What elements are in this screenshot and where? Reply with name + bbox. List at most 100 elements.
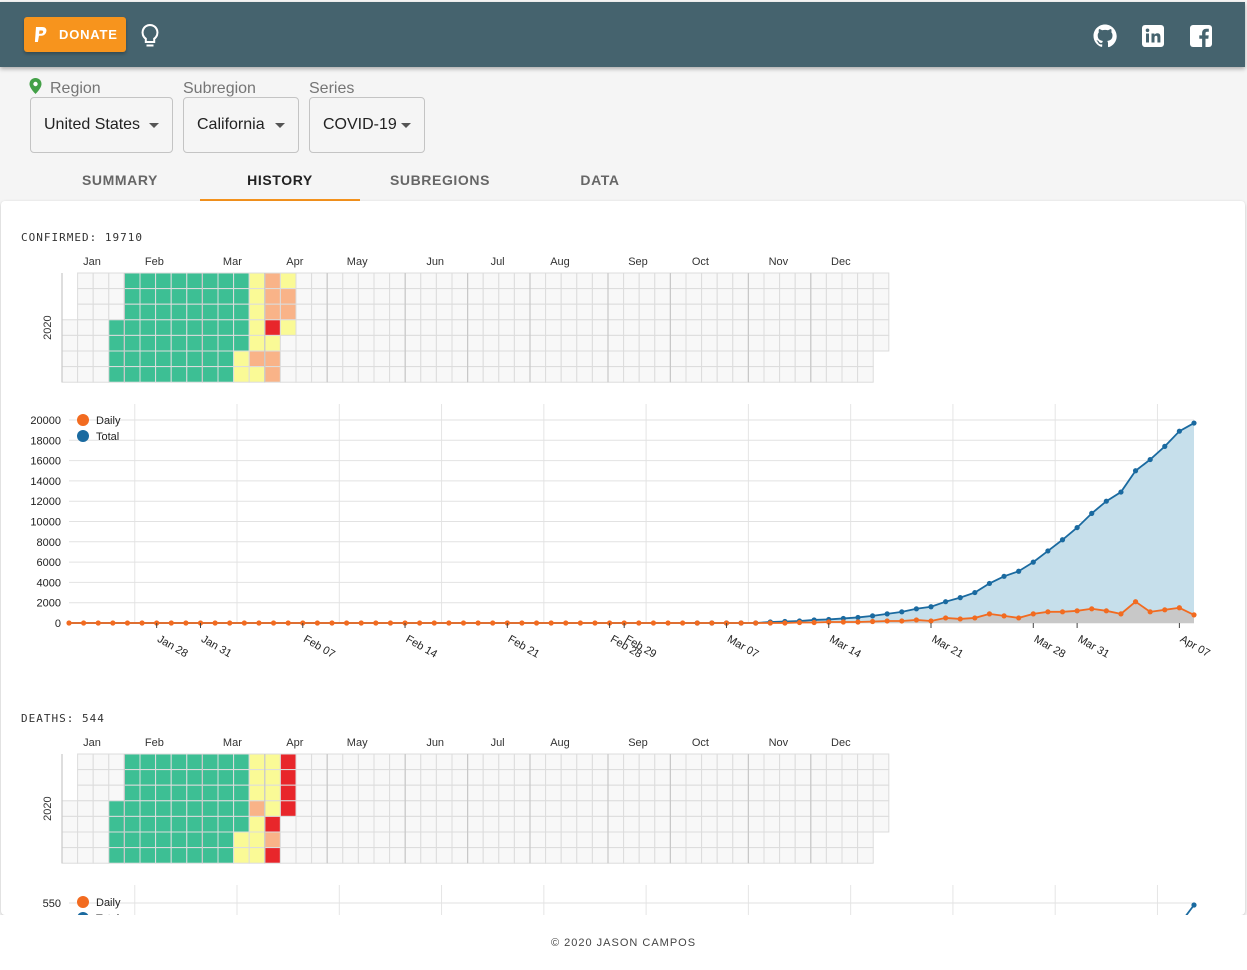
- tab-history[interactable]: HISTORY: [200, 159, 360, 201]
- heatmap-day-cell: [186, 831, 203, 849]
- heatmap-day-cell: [123, 272, 141, 290]
- heatmap-day-cell: [186, 288, 203, 305]
- donate-button[interactable]: DONATE: [24, 17, 126, 52]
- lightbulb-icon[interactable]: [139, 23, 161, 49]
- heatmap-day-cell: [435, 366, 453, 383]
- heatmap-day-cell: [295, 303, 313, 321]
- heatmap-day-cell: [794, 784, 812, 802]
- heatmap-day-cell: [482, 272, 500, 290]
- heatmap-day-cell: [607, 334, 625, 352]
- heatmap-day-cell: [545, 847, 562, 864]
- daily-point: [1132, 599, 1139, 605]
- heatmap-day-cell: [701, 800, 718, 817]
- heatmap-day-cell: [841, 350, 859, 368]
- heatmap-day-cell: [716, 303, 734, 321]
- heatmap-day-cell: [389, 272, 406, 290]
- heatmap-day-cell: [794, 334, 812, 352]
- heatmap-day-cell: [701, 334, 718, 352]
- total-area: [69, 423, 1194, 623]
- heatmap-day-cell: [217, 753, 235, 771]
- heatmap-day-cell: [295, 800, 313, 817]
- heatmap-day-cell: [810, 303, 827, 321]
- daily-point: [650, 620, 657, 626]
- heatmap-day-cell: [139, 366, 157, 383]
- heatmap-day-cell: [92, 272, 110, 290]
- heatmap-day-cell: [420, 272, 437, 290]
- heatmap-day-cell: [311, 784, 328, 802]
- heatmap-day-cell: [701, 319, 718, 336]
- region-select[interactable]: United States: [30, 97, 173, 153]
- heatmap-day-cell: [591, 815, 609, 833]
- heatmap-day-cell: [763, 319, 781, 336]
- heatmap-day-cell: [669, 288, 687, 305]
- daily-point: [913, 617, 920, 623]
- y-tick-label: 6000: [37, 557, 61, 569]
- total-point: [913, 606, 920, 612]
- heatmap-day-cell: [482, 784, 500, 802]
- daily-point: [1191, 612, 1197, 618]
- linkedin-icon[interactable]: [1141, 24, 1165, 48]
- total-point: [1030, 559, 1036, 565]
- tab-subregions[interactable]: SUBREGIONS: [360, 159, 520, 201]
- heatmap-day-cell: [357, 319, 375, 336]
- heatmap-day-cell: [373, 769, 391, 786]
- heatmap-day-cell: [357, 272, 375, 290]
- heatmap-day-cell: [513, 319, 531, 336]
- daily-point: [139, 620, 145, 626]
- paypal-icon: [34, 26, 47, 42]
- daily-point: [1162, 607, 1168, 613]
- heatmap-day-cell: [810, 350, 827, 368]
- heatmap-day-cell: [576, 319, 593, 336]
- heatmap-day-cell: [716, 334, 734, 352]
- heatmap-day-cell: [170, 800, 188, 817]
- heatmap-day-cell: [841, 800, 859, 817]
- heatmap-day-cell: [716, 800, 734, 817]
- heatmap-day-cell: [529, 334, 547, 352]
- heatmap-day-cell: [560, 319, 578, 336]
- heatmap-day-cell: [529, 366, 547, 383]
- legend-daily-swatch: [77, 414, 89, 426]
- heatmap-day-cell: [451, 784, 469, 802]
- heatmap-day-cell: [264, 800, 281, 817]
- heatmap-day-cell: [186, 753, 203, 771]
- heatmap-day-cell: [77, 334, 94, 352]
- heatmap-day-cell: [591, 319, 609, 336]
- subregion-select[interactable]: California: [183, 97, 299, 153]
- heatmap-day-cell: [123, 334, 141, 352]
- total-point: [943, 599, 949, 605]
- month-label: Oct: [692, 737, 709, 749]
- heatmap-day-cell: [201, 288, 219, 305]
- heatmap-day-cell: [123, 753, 141, 771]
- heatmap-day-cell: [545, 815, 562, 833]
- heatmap-day-cell: [92, 831, 110, 849]
- series-select[interactable]: COVID-19: [309, 97, 425, 153]
- github-icon[interactable]: [1093, 24, 1117, 48]
- total-point: [972, 589, 978, 596]
- heatmap-day-cell: [389, 831, 406, 849]
- heatmap-day-cell: [482, 303, 500, 321]
- heatmap-day-cell: [326, 303, 344, 321]
- heatmap-day-cell: [591, 350, 609, 368]
- heatmap-day-cell: [435, 800, 453, 817]
- daily-point: [811, 619, 817, 626]
- heatmap-day-cell: [61, 334, 79, 352]
- heatmap-day-cell: [201, 350, 219, 368]
- heatmap-day-cell: [435, 769, 453, 786]
- heatmap-day-cell: [342, 800, 359, 817]
- heatmap-day-cell: [451, 847, 469, 864]
- tab-data[interactable]: DATA: [520, 159, 680, 201]
- heatmap-day-cell: [404, 815, 422, 833]
- heatmap-day-cell: [357, 334, 375, 352]
- location-pin-icon: [29, 78, 42, 94]
- heatmap-day-cell: [638, 350, 656, 368]
- heatmap-day-cell: [389, 350, 406, 368]
- month-label: Jun: [426, 737, 444, 749]
- heatmap-day-cell: [560, 272, 578, 290]
- heatmap-day-cell: [342, 847, 359, 864]
- facebook-icon[interactable]: [1189, 24, 1213, 48]
- heatmap-day-cell: [857, 784, 874, 802]
- heatmap-day-cell: [342, 784, 359, 802]
- heatmap-day-cell: [685, 815, 703, 833]
- tab-summary[interactable]: SUMMARY: [40, 159, 200, 201]
- heatmap-day-cell: [201, 303, 219, 321]
